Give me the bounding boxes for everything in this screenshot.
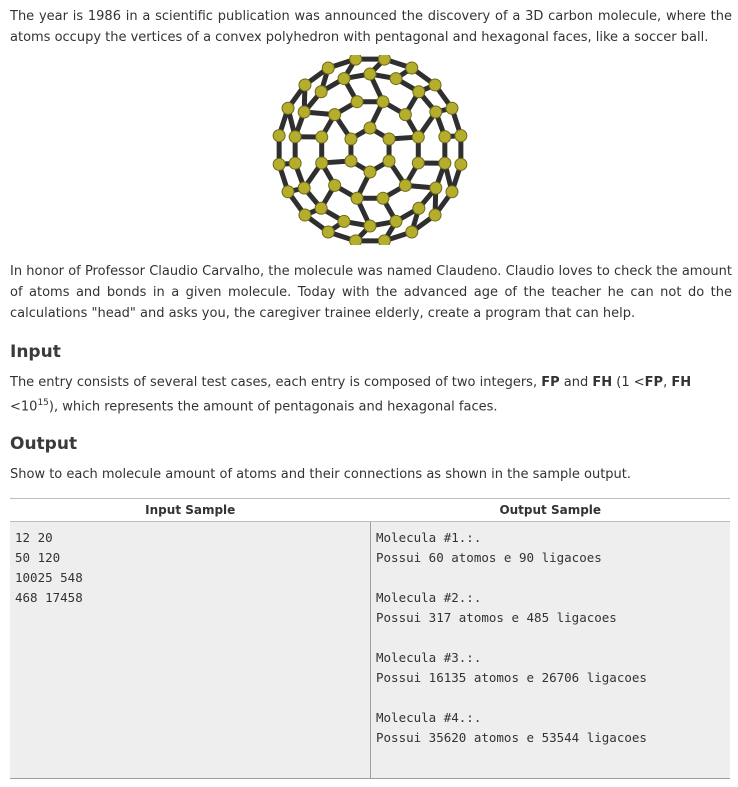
atom [328,178,342,192]
atom [349,52,363,66]
atom [412,201,426,215]
atom [389,214,403,228]
atom [445,185,459,199]
output-sample-cell[interactable]: Molecula #1.:. Possui 60 atomos e 90 lig… [370,521,730,779]
atom [321,225,335,239]
atom [405,61,419,75]
atom [349,234,363,248]
atom [288,156,302,170]
atom [438,156,452,170]
atom [298,208,312,222]
sample-table: Input Sample Output Sample 12 20 50 120 … [10,498,730,779]
atom [298,78,312,92]
atom [376,95,390,109]
atom [272,129,286,143]
atom [405,225,419,239]
atom [314,85,328,99]
fp-term: FP [541,375,560,390]
atom [377,52,391,66]
output-sample-text[interactable]: Molecula #1.:. Possui 60 atomos e 90 lig… [376,528,725,748]
atom [382,154,396,168]
atom [411,130,425,144]
fullerene-svg [272,52,468,248]
output-description: Show to each molecule amount of atoms an… [10,467,632,482]
atom [454,157,468,171]
atom [398,178,412,192]
atom [350,95,364,109]
atom [428,208,442,222]
atom [281,101,295,115]
atom [428,78,442,92]
atom [328,108,342,122]
atom [363,67,377,81]
fh-term: FH [592,375,613,390]
fh-term-2: FH [671,375,692,390]
atom [337,72,351,86]
input-text-c: (1 < [612,375,645,390]
atom [445,101,459,115]
atom [429,181,443,195]
atom [377,234,391,248]
atom [411,156,425,170]
input-text-f: ), which represents the amount of pentag… [48,399,498,415]
input-sample-header: Input Sample [10,498,371,522]
input-text-e: <10 [10,399,38,415]
atom [363,121,377,135]
input-description: The entry consists of several test cases… [10,372,732,417]
output-sample-header: Output Sample [370,498,730,522]
output-heading: Output [10,434,78,454]
input-sample-cell[interactable]: 12 20 50 120 10025 548 468 17458 [10,521,371,779]
atom [454,129,468,143]
input-heading: Input [10,342,61,362]
atom [344,132,358,146]
intro-paragraph: The year is 1986 in a scientific publica… [10,9,732,45]
input-text-b: and [559,375,593,390]
input-sample-text[interactable]: 12 20 50 120 10025 548 468 17458 [15,528,365,608]
atom [344,154,358,168]
atom [412,85,426,99]
atom [398,108,412,122]
atom [376,191,390,205]
atom [272,157,286,171]
atom [315,130,329,144]
atom [363,165,377,179]
atom [281,185,295,199]
exponent: 15 [37,398,49,408]
atom [288,130,302,144]
atom [350,191,364,205]
atom [297,105,311,119]
fullerene-molecule-image [272,52,468,248]
input-text-a: The entry consists of several test cases… [10,375,542,390]
atom [382,132,396,146]
atom [389,72,403,86]
atom [429,105,443,119]
atom [363,219,377,233]
problem-page: The year is 1986 in a scientific publica… [0,0,738,787]
fp-term-2: FP [644,375,664,390]
atom [337,214,351,228]
atom [438,130,452,144]
atom [321,61,335,75]
atom [314,201,328,215]
honor-paragraph: In honor of Professor Claudio Carvalho, … [10,264,732,321]
atom [297,181,311,195]
atom [315,156,329,170]
